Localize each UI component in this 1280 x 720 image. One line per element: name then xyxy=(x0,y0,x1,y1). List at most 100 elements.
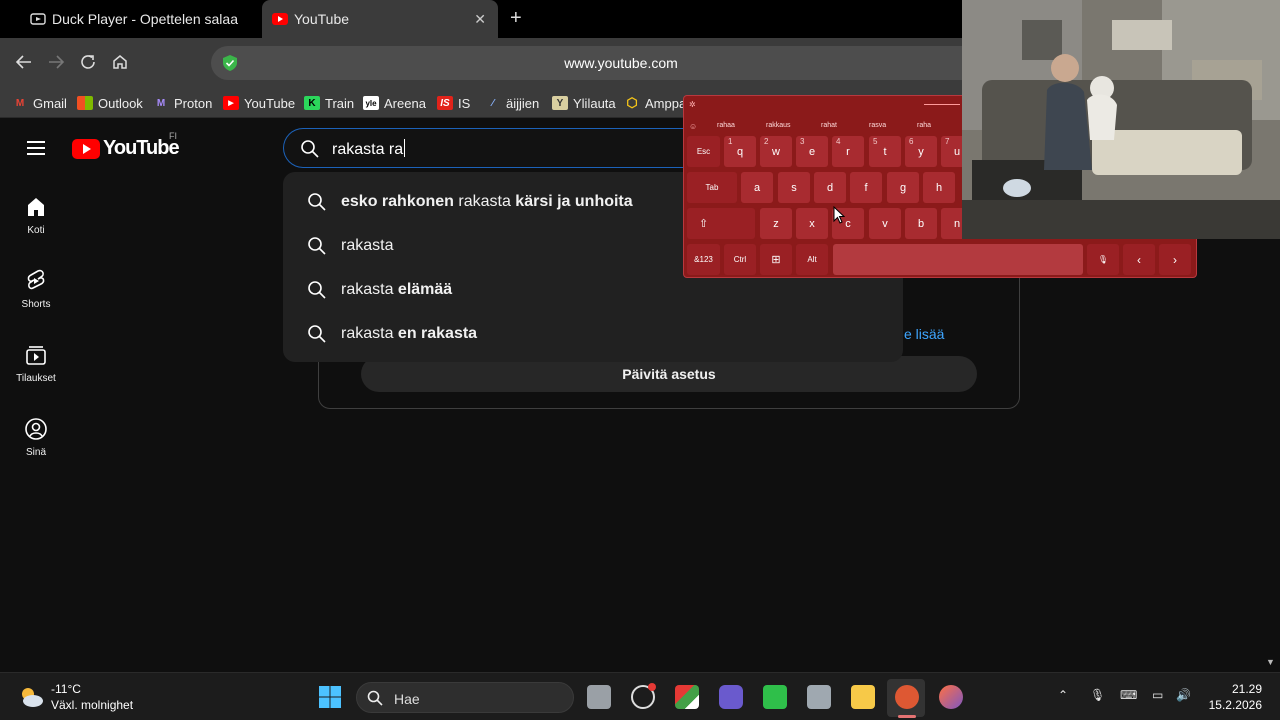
chevron-left-icon: ‹ xyxy=(1137,252,1141,267)
key-label: r xyxy=(846,145,850,158)
sidebar-label: Tilaukset xyxy=(16,373,56,384)
prediction-item[interactable]: rakkaus xyxy=(766,122,791,129)
bookmark-areena[interactable]: yle Areena xyxy=(363,94,426,112)
tab-youtube[interactable]: YouTube ✕ xyxy=(262,0,498,38)
hexagon-icon: ⬡ xyxy=(626,95,638,110)
bookmark-label: Outlook xyxy=(98,95,143,111)
key-v[interactable]: v xyxy=(869,208,901,239)
reload-button[interactable] xyxy=(76,50,100,74)
key-x[interactable]: x xyxy=(796,208,828,239)
sidebar-item-subscriptions[interactable]: Tilaukset xyxy=(0,343,72,384)
key-ctrl[interactable]: Ctrl xyxy=(724,244,756,275)
bookmark-gmail[interactable]: M Gmail xyxy=(12,94,67,112)
home-button[interactable] xyxy=(108,50,132,74)
bookmark-is[interactable]: IS IS xyxy=(437,94,470,112)
key-w[interactable]: 2w xyxy=(760,136,792,167)
bookmark-train[interactable]: K Train xyxy=(304,94,354,112)
file-explorer-icon[interactable] xyxy=(851,685,875,709)
key-label: e xyxy=(808,145,816,158)
url-text: www.youtube.com xyxy=(564,55,678,71)
key-s[interactable]: s xyxy=(778,172,810,203)
key-label: Tab xyxy=(705,183,719,192)
forward-button[interactable] xyxy=(44,50,68,74)
key-label: w xyxy=(772,145,780,158)
key-alt[interactable]: Alt xyxy=(796,244,828,275)
scroll-down-arrow-icon[interactable]: ▼ xyxy=(1266,657,1275,667)
ylilauta-icon: Y xyxy=(552,96,568,110)
key-a[interactable]: a xyxy=(741,172,773,203)
chart-app-icon[interactable] xyxy=(763,685,787,709)
settings-icon[interactable]: ✲ xyxy=(689,100,696,109)
network-icon[interactable]: ▭ xyxy=(1152,688,1163,702)
tab-duck-player[interactable]: Duck Player - Opettelen salaa xyxy=(30,0,260,38)
key-z[interactable]: z xyxy=(760,208,792,239)
task-view-icon[interactable] xyxy=(587,685,611,709)
taskbar-search[interactable]: Hae xyxy=(356,682,574,713)
camera-app-icon[interactable] xyxy=(719,685,743,709)
app-icon[interactable] xyxy=(675,685,699,709)
key-y[interactable]: 6y xyxy=(905,136,937,167)
key-windows[interactable]: ⊞ xyxy=(760,244,792,275)
key-dictation[interactable]: 🎙 xyxy=(1087,244,1119,275)
tab-label: YouTube xyxy=(294,11,350,27)
bookmark-proton[interactable]: M Proton xyxy=(153,94,212,112)
key-r[interactable]: 4r xyxy=(832,136,864,167)
key-label: Alt xyxy=(807,255,817,264)
key-t[interactable]: 5t xyxy=(869,136,901,167)
active-indicator xyxy=(898,715,916,718)
key-tab[interactable]: Tab xyxy=(687,172,737,203)
prediction-item[interactable]: rahaa xyxy=(717,122,735,129)
bookmark-youtube[interactable]: ▶ YouTube xyxy=(223,94,295,112)
prediction-item[interactable]: rasva xyxy=(869,122,886,129)
key-d[interactable]: d xyxy=(814,172,846,203)
bookmark-amppa[interactable]: ⬡ Amppa xyxy=(624,94,686,112)
key-shift[interactable]: ⇧ xyxy=(687,208,755,239)
duckduckgo-icon[interactable] xyxy=(895,685,919,709)
key-q[interactable]: 1q xyxy=(724,136,756,167)
key-number: 4 xyxy=(836,137,841,146)
bookmark-ylilauta[interactable]: Y Ylilauta xyxy=(552,94,616,112)
account-icon xyxy=(25,418,47,440)
clock[interactable]: 21.29 15.2.2026 xyxy=(1206,681,1262,713)
microphone-icon[interactable]: 🎙 xyxy=(1090,688,1105,702)
sidebar-item-you[interactable]: Sinä xyxy=(0,417,72,458)
key-e[interactable]: 3e xyxy=(796,136,828,167)
hamburger-icon xyxy=(27,141,45,155)
youtube-logo[interactable]: YouTube FI xyxy=(72,131,180,160)
key-b[interactable]: b xyxy=(905,208,937,239)
weather-widget[interactable]: -11°C Växl. molnighet xyxy=(18,681,148,715)
new-tab-button[interactable]: + xyxy=(510,8,530,28)
key-space[interactable] xyxy=(833,244,1083,275)
prediction-item[interactable]: raha xyxy=(917,122,931,129)
menu-button[interactable] xyxy=(24,137,48,164)
key-left[interactable]: ‹ xyxy=(1123,244,1155,275)
key-right[interactable]: › xyxy=(1159,244,1191,275)
keyboard-icon[interactable]: ⌨ xyxy=(1120,688,1137,702)
prediction-item[interactable]: rahat xyxy=(821,122,837,129)
emoji-icon[interactable]: ☺ xyxy=(689,122,697,131)
key-esc[interactable]: Esc xyxy=(687,136,720,167)
key-g[interactable]: g xyxy=(887,172,919,203)
sidebar-item-shorts[interactable]: Shorts xyxy=(0,269,72,310)
volume-icon[interactable]: 🔊 xyxy=(1176,688,1191,702)
key-f[interactable]: f xyxy=(850,172,882,203)
keyboard-handle[interactable] xyxy=(924,104,960,105)
sidebar-item-home[interactable]: Koti xyxy=(0,195,72,236)
search-input[interactable]: rakasta ra xyxy=(283,128,703,168)
search-icon xyxy=(367,690,383,706)
learn-more-link[interactable]: e lisää xyxy=(904,326,944,342)
bookmark-outlook[interactable]: Outlook xyxy=(77,94,143,112)
browser-app-icon[interactable] xyxy=(939,685,963,709)
calculator-icon[interactable] xyxy=(807,685,831,709)
chevron-up-icon[interactable]: ⌃ xyxy=(1058,688,1068,702)
address-bar[interactable]: www.youtube.com xyxy=(211,46,1031,80)
suggestion-item[interactable]: rakasta en rakasta xyxy=(283,312,903,356)
key-symbols[interactable]: &123 xyxy=(687,244,720,275)
start-button[interactable] xyxy=(318,685,342,709)
bookmark-aijjien[interactable]: ⁄ äijjien xyxy=(485,94,539,112)
mouse-cursor-icon xyxy=(833,206,845,224)
suggestion-text: rakasta xyxy=(341,237,393,255)
back-button[interactable] xyxy=(12,50,36,74)
close-tab-icon[interactable]: ✕ xyxy=(474,11,486,28)
key-h[interactable]: h xyxy=(923,172,955,203)
